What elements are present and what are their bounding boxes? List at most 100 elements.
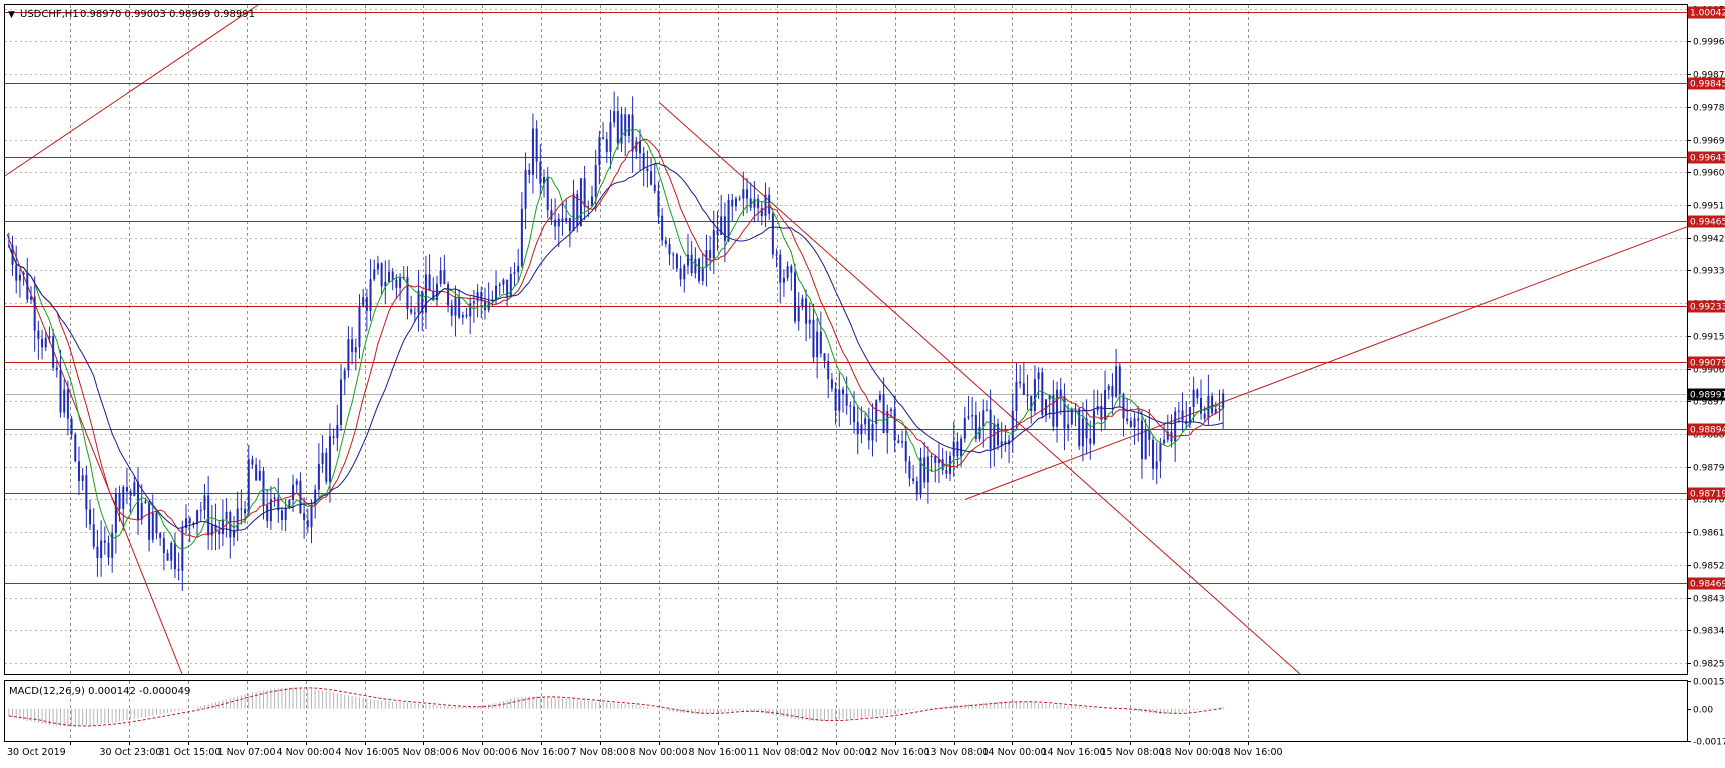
candle-body — [771, 213, 774, 255]
candle-body — [1056, 389, 1059, 427]
candle-body — [498, 284, 501, 286]
candle-body — [380, 263, 383, 287]
candle-body — [369, 279, 372, 311]
candle-body — [273, 497, 276, 500]
y-tick-label: 0.99150 — [1693, 333, 1725, 343]
candle-body — [203, 495, 206, 511]
candle-body — [340, 379, 343, 425]
collapse-arrow-icon[interactable]: ▼ — [8, 10, 15, 20]
candle-body — [912, 478, 915, 482]
candle-body — [303, 513, 306, 521]
candle-body — [159, 533, 162, 539]
candle-body — [483, 301, 486, 311]
candle-body — [63, 389, 66, 413]
candle-body — [428, 274, 431, 291]
candle-body — [33, 296, 36, 331]
candle-body — [306, 520, 309, 528]
candle-body — [103, 540, 106, 543]
candle-body — [701, 267, 704, 282]
candle-body — [631, 114, 634, 152]
candle-body — [280, 510, 283, 520]
symbol-label: USDCHF,H1 — [20, 9, 79, 20]
macd-label: MACD(12,26,9) 0.000142 -0.000049 — [9, 686, 190, 697]
candle-body — [627, 114, 630, 136]
candle-body — [609, 122, 612, 152]
candle-body — [406, 276, 409, 310]
candle-body — [853, 406, 856, 423]
candle-body — [15, 264, 18, 281]
candle-body — [207, 495, 210, 536]
candle-body — [295, 480, 298, 485]
level-price-label: 0.99233 — [1690, 303, 1725, 313]
candle-body — [1144, 428, 1147, 460]
candle-body — [554, 219, 557, 227]
candle-body — [668, 244, 671, 255]
candle-body — [565, 217, 568, 222]
candle-body — [620, 114, 623, 144]
candle-body — [177, 569, 180, 571]
candle-body — [878, 394, 881, 401]
candle-body — [546, 176, 549, 211]
candle-body — [148, 501, 151, 540]
candle-body — [317, 463, 320, 490]
candle-body — [790, 266, 793, 273]
candle-body — [247, 459, 250, 514]
candle-body — [860, 424, 863, 435]
candle-body — [679, 268, 682, 280]
candle-body — [1111, 385, 1114, 397]
candle-body — [1159, 443, 1162, 462]
candle-body — [723, 216, 726, 241]
y-tick-label: 0.99600 — [1693, 169, 1725, 179]
candle-body — [37, 330, 40, 339]
candle-body — [605, 139, 608, 152]
candle-body — [454, 297, 457, 316]
candle-body — [447, 284, 450, 306]
candle-body — [520, 208, 523, 266]
candle-body — [583, 178, 586, 207]
x-tick-label: 6 Nov 16:00 — [512, 747, 570, 758]
x-tick-label: 1 Nov 07:00 — [218, 747, 276, 758]
candle-body — [410, 309, 413, 313]
y-tick-label: 0.98610 — [1693, 529, 1725, 539]
candle-body — [432, 290, 435, 300]
candle-body — [122, 487, 125, 509]
candle-body — [85, 475, 88, 510]
candle-body — [1059, 389, 1062, 397]
candle-body — [1155, 461, 1158, 469]
candle-body — [240, 508, 243, 510]
candle-body — [1192, 389, 1195, 407]
candle-body — [351, 339, 354, 353]
candle-body — [845, 393, 848, 406]
candle-body — [450, 305, 453, 316]
level-price-label: 0.99079 — [1690, 359, 1725, 369]
candle-body — [255, 464, 258, 481]
candle-body — [343, 370, 346, 380]
candle-body — [22, 272, 25, 275]
candle-body — [100, 540, 103, 559]
candle-body — [889, 409, 892, 412]
candle-body — [591, 196, 594, 207]
level-price-label: 0.99845 — [1690, 80, 1725, 90]
candle-body — [1129, 421, 1132, 428]
candle-body — [41, 338, 44, 348]
candle-body — [594, 165, 597, 197]
y-tick-label: 0.98430 — [1693, 595, 1725, 605]
candle-body — [923, 457, 926, 483]
candle-body — [151, 512, 154, 540]
candle-body — [749, 198, 752, 208]
candle-body — [74, 434, 77, 462]
candle-body — [727, 199, 730, 241]
candle-body — [1037, 372, 1040, 380]
level-price-label: 0.99643 — [1690, 154, 1725, 164]
candle-body — [107, 542, 110, 558]
x-tick-label: 14 Nov 16:00 — [1042, 747, 1106, 758]
candle-body — [18, 274, 21, 281]
x-tick-label: 7 Nov 08:00 — [571, 747, 629, 758]
candle-body — [399, 277, 402, 288]
candle-body — [557, 218, 560, 227]
candle-body — [579, 178, 582, 227]
candle-body — [587, 206, 590, 208]
y-tick-label: 0.99690 — [1693, 137, 1725, 147]
candle-body — [373, 269, 376, 280]
candle-body — [1067, 424, 1070, 429]
